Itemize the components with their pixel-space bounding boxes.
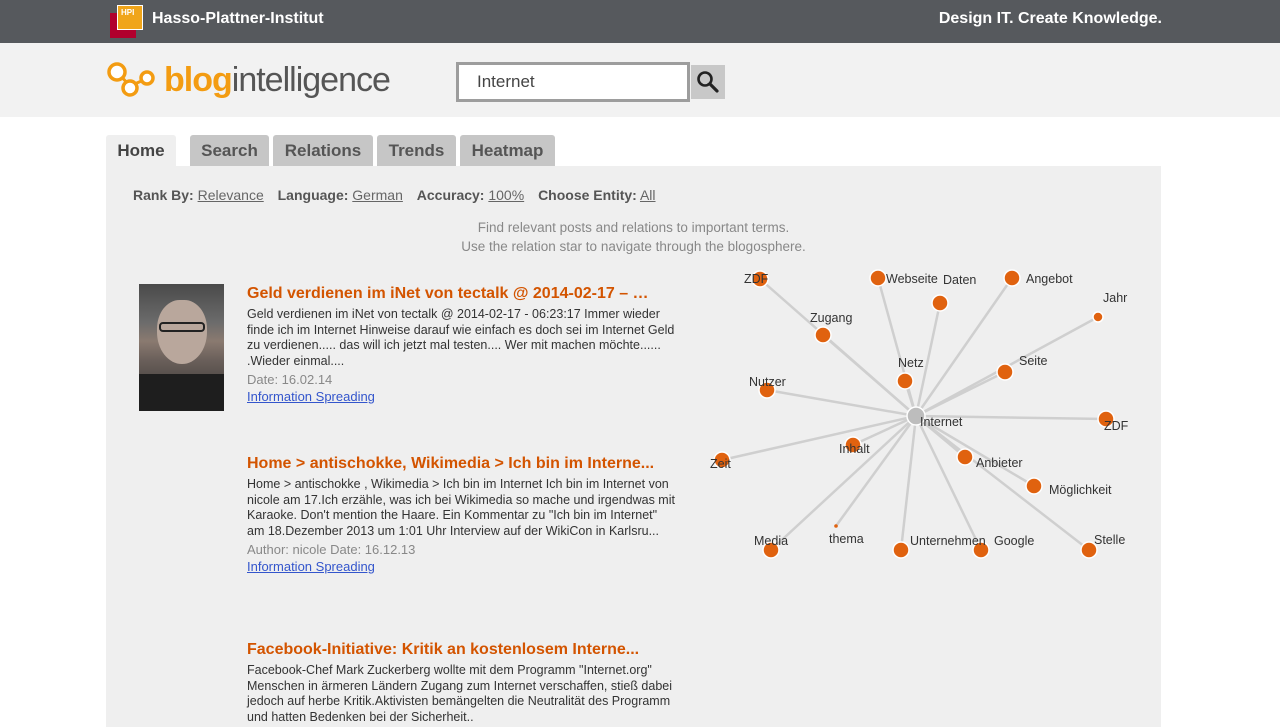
node-label[interactable]: Daten bbox=[943, 273, 976, 287]
hpi-logo[interactable]: HPI bbox=[110, 5, 144, 38]
main-panel: Rank By: Relevance Language: German Accu… bbox=[106, 166, 1161, 727]
node-label[interactable]: Inhalt bbox=[839, 442, 870, 456]
node-label[interactable]: Google bbox=[994, 534, 1034, 548]
node-label[interactable]: thema bbox=[829, 532, 864, 546]
tab-heatmap[interactable]: Heatmap bbox=[460, 135, 555, 167]
rank-label: Rank By: bbox=[133, 187, 194, 203]
graph-node[interactable] bbox=[869, 269, 887, 287]
node-label[interactable]: Nutzer bbox=[749, 375, 786, 389]
accuracy-select[interactable]: 100% bbox=[488, 187, 524, 203]
node-label[interactable]: Seite bbox=[1019, 354, 1048, 368]
node-label[interactable]: Jahr bbox=[1103, 291, 1127, 305]
graph-node[interactable] bbox=[896, 372, 914, 390]
information-spreading-link[interactable]: Information Spreading bbox=[247, 389, 375, 404]
node-label[interactable]: Unternehmen bbox=[910, 534, 986, 548]
graph-node[interactable] bbox=[892, 541, 910, 559]
site-logo-text[interactable]: blogintelligence bbox=[164, 61, 391, 100]
institute-name[interactable]: Hasso-Plattner-Institut bbox=[152, 10, 324, 28]
intro-line-1: Find relevant posts and relations to imp… bbox=[477, 220, 790, 235]
author-avatar[interactable] bbox=[139, 284, 224, 411]
post-title[interactable]: Facebook-Initiative: Kritik an kostenlos… bbox=[247, 639, 677, 661]
post-item: Geld verdienen im iNet von tectalk @ 201… bbox=[247, 283, 677, 406]
intro-line-2: Use the relation star to navigate throug… bbox=[461, 239, 806, 254]
post-excerpt: Facebook-Chef Mark Zuckerberg wollte mit… bbox=[247, 663, 673, 725]
post-excerpt: Home > antischokke , Wikimedia > Ich bin… bbox=[247, 477, 675, 539]
filter-bar: Rank By: Relevance Language: German Accu… bbox=[133, 187, 666, 203]
language-select[interactable]: German bbox=[352, 187, 403, 203]
center-node-label[interactable]: Internet bbox=[920, 415, 963, 429]
graph-node[interactable] bbox=[1003, 269, 1021, 287]
slogan: Design IT. Create Knowledge. bbox=[938, 10, 1162, 27]
tab-trends[interactable]: Trends bbox=[377, 135, 456, 167]
post-item: Facebook-Initiative: Kritik an kostenlos… bbox=[247, 639, 677, 726]
node-label[interactable]: Möglichkeit bbox=[1049, 483, 1112, 497]
node-label[interactable]: Angebot bbox=[1026, 272, 1073, 286]
post-meta: Author: nicole Date: 16.12.13 bbox=[247, 541, 416, 557]
graph-nodes bbox=[713, 269, 1115, 559]
graph-node[interactable] bbox=[814, 326, 832, 344]
node-label[interactable]: ZDF bbox=[744, 272, 769, 286]
post-item: Home > antischokke, Wikimedia > Ich bin … bbox=[247, 453, 677, 576]
top-bar: HPI Hasso-Plattner-Institut Design IT. C… bbox=[0, 0, 1280, 43]
node-label[interactable]: Media bbox=[754, 534, 788, 548]
post-excerpt: Geld verdienen im iNet von tectalk @ 201… bbox=[247, 307, 675, 369]
graph-node[interactable] bbox=[1092, 311, 1104, 323]
node-label[interactable]: Netz bbox=[898, 356, 924, 370]
graph-node[interactable] bbox=[996, 363, 1014, 381]
language-label: Language: bbox=[277, 187, 349, 203]
tab-search[interactable]: Search bbox=[190, 135, 269, 167]
node-label[interactable]: Stelle bbox=[1094, 533, 1125, 547]
node-label[interactable]: Anbieter bbox=[976, 456, 1023, 470]
post-title[interactable]: Home > antischokke, Wikimedia > Ich bin … bbox=[247, 453, 677, 475]
graph-node[interactable] bbox=[931, 294, 949, 312]
search-input[interactable] bbox=[456, 62, 690, 102]
entity-select[interactable]: All bbox=[640, 187, 656, 203]
blog-intelligence-logo-icon[interactable] bbox=[104, 59, 156, 99]
relation-star-graph: ZDF Webseite Daten Angebot Jahr Zugang N… bbox=[710, 269, 1129, 559]
node-label[interactable]: Zugang bbox=[810, 311, 852, 325]
post-title[interactable]: Geld verdienen im iNet von tectalk @ 201… bbox=[247, 283, 677, 305]
accuracy-label: Accuracy: bbox=[416, 187, 485, 203]
header: blogintelligence bbox=[0, 43, 1280, 117]
node-label[interactable]: Zeit bbox=[710, 457, 731, 471]
graph-node[interactable] bbox=[1025, 477, 1043, 495]
search-icon bbox=[697, 71, 719, 93]
graph-node[interactable] bbox=[956, 448, 974, 466]
tab-home[interactable]: Home bbox=[106, 135, 176, 167]
graph-node[interactable] bbox=[834, 524, 838, 528]
entity-label: Choose Entity: bbox=[538, 187, 637, 203]
information-spreading-link[interactable]: Information Spreading bbox=[247, 559, 375, 574]
node-label[interactable]: ZDF bbox=[1104, 419, 1129, 433]
rank-select[interactable]: Relevance bbox=[198, 187, 264, 203]
node-label[interactable]: Webseite bbox=[886, 272, 938, 286]
post-meta: Date: 16.02.14 bbox=[247, 371, 333, 387]
tab-relations[interactable]: Relations bbox=[273, 135, 373, 167]
search-button[interactable] bbox=[691, 65, 725, 99]
